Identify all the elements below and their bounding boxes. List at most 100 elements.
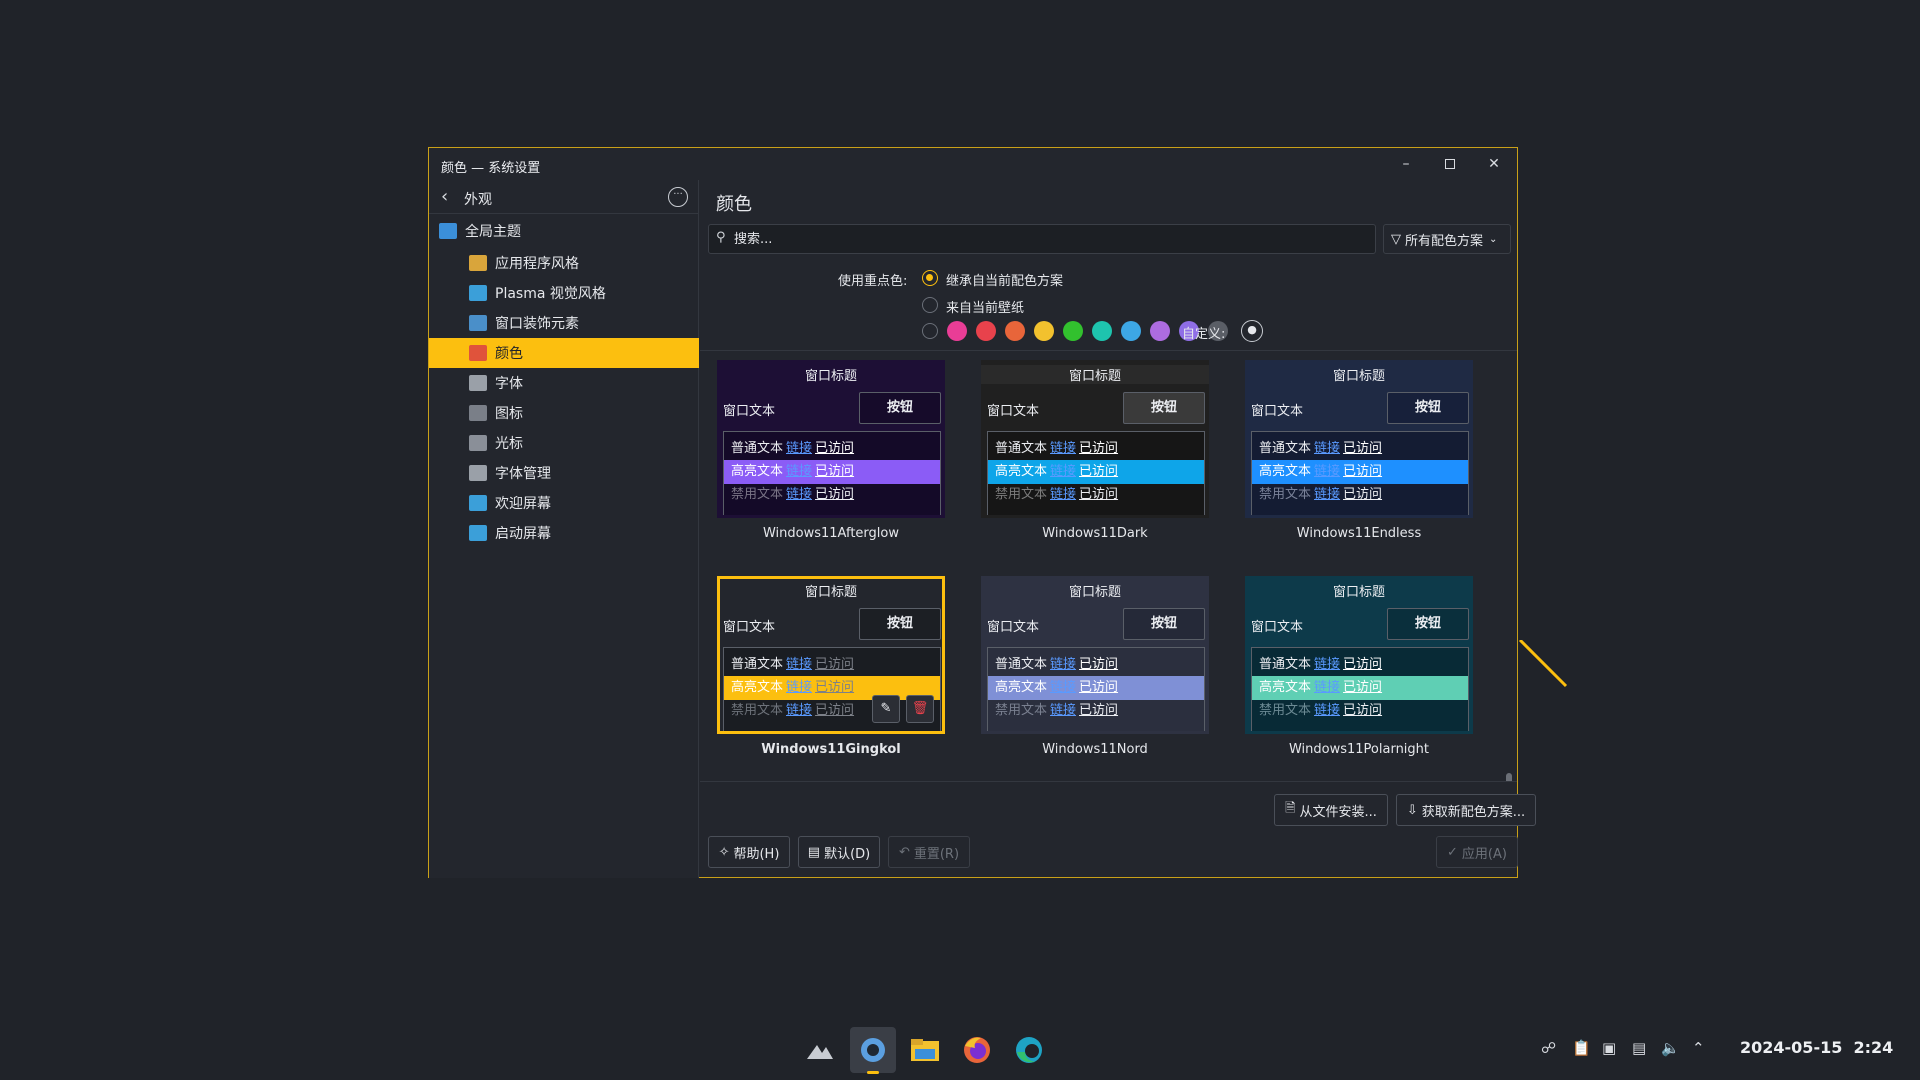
- scheme-preview[interactable]: 窗口标题 窗口文本 按钮 普通文本 链接 已访问 高亮文本 链接 已访问 禁用文本 链接 已访问: [1245, 576, 1473, 734]
- sidebar-header: ‹ 外观 ···: [429, 180, 698, 214]
- color-scheme-card[interactable]: 窗口标题 窗口文本 按钮 普通文本 链接 已访问 高亮文本 链接 已访问 禁用文本 链接 已访问 Win…: [981, 576, 1209, 757]
- edge-icon[interactable]: [1006, 1027, 1052, 1073]
- scheme-preview[interactable]: 窗口标题 窗口文本 按钮 普通文本 链接 已访问 高亮文本 链接 已访问 禁用文本 链接 已访问: [981, 576, 1209, 734]
- preview-row-normal: 普通文本 链接 已访问: [1252, 653, 1468, 677]
- sidebar-item-colors[interactable]: 颜色: [429, 338, 699, 368]
- settings-window: 颜色 — 系统设置 – ✕ ‹ 外观 ··· 全局主题应用程序风格 Plasma …: [428, 147, 1536, 878]
- more-options-icon[interactable]: ···: [668, 187, 688, 207]
- volume-icon[interactable]: 🔈: [1661, 1039, 1680, 1057]
- preview-button: 按钮: [1387, 392, 1469, 424]
- accent-swatch[interactable]: [1150, 321, 1170, 341]
- preview-window-text: 窗口文本: [987, 620, 1040, 635]
- scheme-name: Windows11Polarnight: [1288, 742, 1430, 757]
- file-icon: 🗎: [1285, 801, 1296, 816]
- accent-swatch[interactable]: [1092, 321, 1112, 341]
- help-icon: ✧: [718, 844, 730, 860]
- sidebar-item-app-style[interactable]: 应用程序风格: [429, 248, 699, 278]
- sidebar-item-icons[interactable]: 图标: [429, 398, 699, 428]
- accent-swatch[interactable]: [976, 321, 996, 341]
- back-label[interactable]: 外观: [464, 189, 492, 209]
- accent-swatch[interactable]: [1034, 321, 1054, 341]
- kde-menu-icon[interactable]: [797, 1027, 843, 1073]
- help-button[interactable]: ✧ 帮助(H): [708, 836, 790, 868]
- delete-icon[interactable]: 🗑: [906, 695, 934, 723]
- preview-row-disabled: 禁用文本 链接 已访问: [724, 483, 940, 507]
- sidebar-item-plasma-style[interactable]: Plasma 视觉风格: [429, 278, 699, 308]
- close-button[interactable]: ✕: [1474, 150, 1514, 178]
- sidebar-item-splash-screen[interactable]: 欢迎屏幕: [429, 488, 699, 518]
- window-decoration-icon: [469, 315, 487, 331]
- color-picker-icon[interactable]: ●: [1241, 320, 1263, 342]
- preview-window-title: 窗口标题: [1245, 365, 1473, 384]
- preview-window-title: 窗口标题: [981, 581, 1209, 600]
- search-box[interactable]: ⚲: [708, 224, 1376, 254]
- reset-button[interactable]: ↶ 重置(R): [888, 836, 970, 868]
- preview-link-text: 链接: [1050, 441, 1077, 456]
- preview-row-disabled: 禁用文本 链接 已访问: [988, 699, 1204, 723]
- defaults-button[interactable]: ▤ 默认(D): [798, 836, 880, 868]
- icons-icon: [469, 405, 487, 421]
- preview-button: 按钮: [1387, 608, 1469, 640]
- colors-icon: [469, 345, 487, 361]
- sidebar-item-window-decoration[interactable]: 窗口装饰元素: [429, 308, 699, 338]
- maximize-button[interactable]: [1430, 150, 1470, 178]
- main-panel: 颜色 ⚲ ▽ 所有配色方案 ⌄ 使用重点色: 继承自当前配色方案 来自当前壁纸 …: [700, 180, 1536, 878]
- system-settings-icon[interactable]: [850, 1027, 896, 1074]
- sidebar-item-label: 全局主题: [465, 224, 521, 240]
- titlebar[interactable]: 颜色 — 系统设置 – ✕: [429, 148, 1517, 180]
- sidebar-item-boot-screen[interactable]: 启动屏幕: [429, 518, 699, 548]
- accent-swatch[interactable]: [1063, 321, 1083, 341]
- preview-window-text: 窗口文本: [723, 620, 776, 635]
- get-new-schemes-button[interactable]: ⇩ 获取新配色方案...: [1396, 794, 1536, 826]
- preview-normal-text: 普通文本: [731, 657, 784, 672]
- global-theme-icon: [439, 223, 457, 239]
- sidebar-item-cursor[interactable]: 光标: [429, 428, 699, 458]
- sidebar-item-global-theme[interactable]: 全局主题: [429, 216, 699, 246]
- display-icon[interactable]: ▣: [1602, 1039, 1616, 1057]
- scrollbar[interactable]: [1505, 523, 1513, 781]
- accent-swatch[interactable]: [947, 321, 967, 341]
- scheme-preview[interactable]: 窗口标题 窗口文本 按钮 普通文本 链接 已访问 高亮文本 链接 已访问 禁用文本 链接 已访问: [981, 360, 1209, 518]
- update-icon[interactable]: ☍: [1541, 1039, 1556, 1057]
- color-scheme-card[interactable]: 窗口标题 窗口文本 按钮 普通文本 链接 已访问 高亮文本 链接 已访问 禁用文本 链接 已访问 Win…: [1245, 360, 1473, 541]
- edit-icon[interactable]: ✎: [872, 695, 900, 723]
- file-manager-icon[interactable]: [902, 1027, 948, 1073]
- color-scheme-card[interactable]: 窗口标题 窗口文本 按钮 普通文本 链接 已访问 高亮文本 链接 已访问 禁用文本 链接 已访问 Win…: [981, 360, 1209, 541]
- accent-radio-inherit[interactable]: [922, 270, 938, 286]
- scheme-preview[interactable]: 窗口标题 窗口文本 按钮 普通文本 链接 已访问 高亮文本 链接 已访问 禁用文本 链接 已访问: [717, 360, 945, 518]
- minimize-button[interactable]: –: [1386, 150, 1426, 178]
- scheme-preview[interactable]: 窗口标题 窗口文本 按钮 普通文本 链接 已访问 高亮文本 链接 已访问 禁用文本 链接 已访问 ✎ 🗑: [717, 576, 945, 734]
- firefox-icon[interactable]: [954, 1027, 1000, 1073]
- apply-button[interactable]: ✓ 应用(A): [1436, 836, 1518, 868]
- sidebar-item-label: 颜色: [495, 346, 523, 362]
- network-icon[interactable]: ▤: [1632, 1039, 1646, 1057]
- color-scheme-card[interactable]: 窗口标题 窗口文本 按钮 普通文本 链接 已访问 高亮文本 链接 已访问 禁用文本 链接 已访问 Win…: [1245, 576, 1473, 757]
- accent-radio-custom[interactable]: [922, 323, 938, 339]
- preview-highlight-text: 高亮文本: [731, 680, 784, 695]
- install-from-file-button[interactable]: 🗎 从文件安装...: [1274, 794, 1388, 826]
- accent-option-inherit[interactable]: 继承自当前配色方案: [946, 270, 1063, 289]
- color-scheme-card[interactable]: 窗口标题 窗口文本 按钮 普通文本 链接 已访问 高亮文本 链接 已访问 禁用文本 链接 已访问 Win…: [717, 360, 945, 541]
- back-arrow-icon[interactable]: ‹: [441, 186, 448, 207]
- preview-disabled-text: 禁用文本: [731, 487, 784, 502]
- accent-option-wallpaper[interactable]: 来自当前壁纸: [946, 297, 1024, 316]
- sidebar-item-fonts[interactable]: 字体: [429, 368, 699, 398]
- preview-normal-text: 普通文本: [995, 441, 1048, 456]
- color-scheme-card[interactable]: 窗口标题 窗口文本 按钮 普通文本 链接 已访问 高亮文本 链接 已访问 禁用文本 链接 已访问 ✎ 🗑 W…: [717, 576, 945, 757]
- accent-radio-wallpaper[interactable]: [922, 297, 938, 313]
- scheme-name: Windows11Dark: [1042, 526, 1148, 541]
- clock[interactable]: 2024-05-15 2:24: [1740, 1038, 1893, 1057]
- clipboard-icon[interactable]: 📋: [1572, 1039, 1591, 1057]
- date: 2024-05-15: [1740, 1038, 1843, 1057]
- sidebar-item-font-management[interactable]: 字体管理: [429, 458, 699, 488]
- help-label: 帮助(H): [733, 846, 780, 862]
- search-input[interactable]: [734, 229, 1364, 249]
- font-management-icon: [469, 465, 487, 481]
- filter-dropdown[interactable]: ▽ 所有配色方案 ⌄: [1383, 224, 1511, 254]
- expand-tray-icon[interactable]: ⌃: [1692, 1039, 1705, 1057]
- accent-swatch[interactable]: [1121, 321, 1141, 341]
- scheme-preview[interactable]: 窗口标题 窗口文本 按钮 普通文本 链接 已访问 高亮文本 链接 已访问 禁用文本 链接 已访问: [1245, 360, 1473, 518]
- accent-swatch[interactable]: [1005, 321, 1025, 341]
- scrollbar-thumb[interactable]: [1506, 773, 1512, 781]
- preview-link-text: 链接: [786, 441, 813, 456]
